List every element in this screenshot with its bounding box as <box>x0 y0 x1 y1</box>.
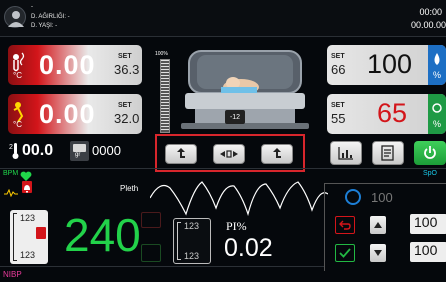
nibp-divider <box>0 266 324 267</box>
oxygen-value: 65 <box>377 98 408 128</box>
pr-limit-high: 123 <box>20 213 36 223</box>
report-icon <box>381 145 394 161</box>
pr-back-ghost <box>141 212 161 228</box>
clock-time: 00:00 <box>419 7 442 17</box>
pr-check-ghost <box>141 244 161 262</box>
tilt-control-group <box>155 134 305 172</box>
air-temperature-panel[interactable]: °C 0.00 SET 36.3 <box>8 45 142 85</box>
spo2-settings-area: 100 100 100 <box>324 183 446 271</box>
tilt-left-button[interactable] <box>165 144 197 164</box>
header-bar: - D. AĞIRLIĞI: - D. YAŞI: - 00:00 00.00.… <box>0 0 446 37</box>
pi-label: PI% <box>226 219 247 233</box>
humidity-value: 100 <box>367 49 413 79</box>
incubator-display: -12 <box>225 110 245 124</box>
pulse-beat-icon <box>4 184 18 202</box>
clock-date: 00.00.00 <box>410 20 446 30</box>
oxygen-panel[interactable]: SET 55 65 % <box>327 94 446 134</box>
skin-temperature-icon: °C <box>8 94 36 134</box>
pi-limit-high: 123 <box>184 221 200 231</box>
down-arrow-icon <box>374 250 382 256</box>
skin-temperature-panel[interactable]: °C 0.00 SET 32.0 <box>8 94 142 134</box>
humidity-set-label: SET <box>331 53 345 60</box>
spo2-sat-circle-value: 100 <box>371 190 393 205</box>
air-temperature-icon: °C <box>8 45 36 85</box>
pulse-rate-value: 240 <box>64 209 141 261</box>
confirm-button[interactable] <box>335 244 355 262</box>
spo2-sat-circle <box>345 189 361 205</box>
probe2-temp-value: 00.0 <box>22 142 54 159</box>
patient-avatar-icon[interactable] <box>4 6 26 28</box>
section-divider <box>0 168 446 169</box>
report-button[interactable] <box>372 141 404 165</box>
pr-limit-low: 123 <box>20 250 36 260</box>
trend-chart-icon <box>338 147 353 160</box>
air-temp-value: 0.00 <box>39 50 96 80</box>
oxygen-set-value: 55 <box>331 111 346 126</box>
pi-limit-low: 123 <box>184 251 200 261</box>
pleth-label: Pleth <box>120 184 139 193</box>
nibp-label: NIBP <box>3 270 22 279</box>
air-temp-unit: °C <box>13 71 22 80</box>
tilt-right-button[interactable] <box>261 144 293 164</box>
weight-unit: gr <box>75 152 81 158</box>
up-arrow-icon <box>374 222 382 228</box>
spo2-label: SpO <box>423 170 438 177</box>
bpm-label: BPM <box>3 170 19 177</box>
check-icon <box>339 248 351 258</box>
pi-limits-box[interactable]: 123 123 <box>173 218 211 264</box>
oxygen-set-label: SET <box>331 102 345 109</box>
humidity-panel[interactable]: SET 66 100 % <box>327 45 446 85</box>
spo2-upper-limit[interactable]: 100 <box>410 214 446 234</box>
pleth-waveform <box>149 178 329 218</box>
air-temp-set-value: 36.3 <box>114 62 140 77</box>
skin-temp-value: 0.00 <box>39 99 96 129</box>
pr-limits-box[interactable]: 123 123 <box>10 210 48 264</box>
svg-text:2: 2 <box>9 144 13 151</box>
skin-temp-set-value: 32.0 <box>114 111 140 126</box>
heater-percent-label: 100% <box>155 51 168 57</box>
heater-power-bar <box>160 59 170 133</box>
air-temp-set-label: SET <box>118 53 132 60</box>
weight-value: 0000 <box>92 143 121 158</box>
humidity-set-value: 66 <box>331 62 346 77</box>
spo2-lower-limit[interactable]: 100 <box>410 242 446 262</box>
humidity-drop-icon: % <box>428 45 446 85</box>
baby-age-label: D. YAŞI: - <box>31 23 58 29</box>
skin-temp-unit: °C <box>13 120 22 129</box>
oxygen-unit: % <box>433 119 442 129</box>
increase-button[interactable] <box>370 216 386 234</box>
humidity-unit: % <box>433 70 442 80</box>
decrease-button[interactable] <box>370 244 386 262</box>
alarm-bell-icon[interactable] <box>22 181 32 193</box>
thermometer-icon: 2 <box>9 141 21 161</box>
back-arrow-button[interactable] <box>335 216 355 234</box>
power-button[interactable] <box>414 141 446 165</box>
power-icon <box>424 146 436 159</box>
incubator-illustration: -12 <box>175 45 315 133</box>
tilt-center-button[interactable] <box>213 144 245 164</box>
weight-scale-icon[interactable]: gr <box>70 141 89 161</box>
pr-alarm-icon <box>36 227 46 239</box>
oxygen-icon: % <box>428 94 446 134</box>
trend-chart-button[interactable] <box>330 141 362 165</box>
pi-value: 0.02 <box>224 234 273 262</box>
patient-name: - <box>31 4 33 10</box>
back-arrow-icon <box>339 220 351 230</box>
skin-temp-set-label: SET <box>118 102 132 109</box>
baby-weight-label: D. AĞIRLIĞI: - <box>31 14 70 20</box>
